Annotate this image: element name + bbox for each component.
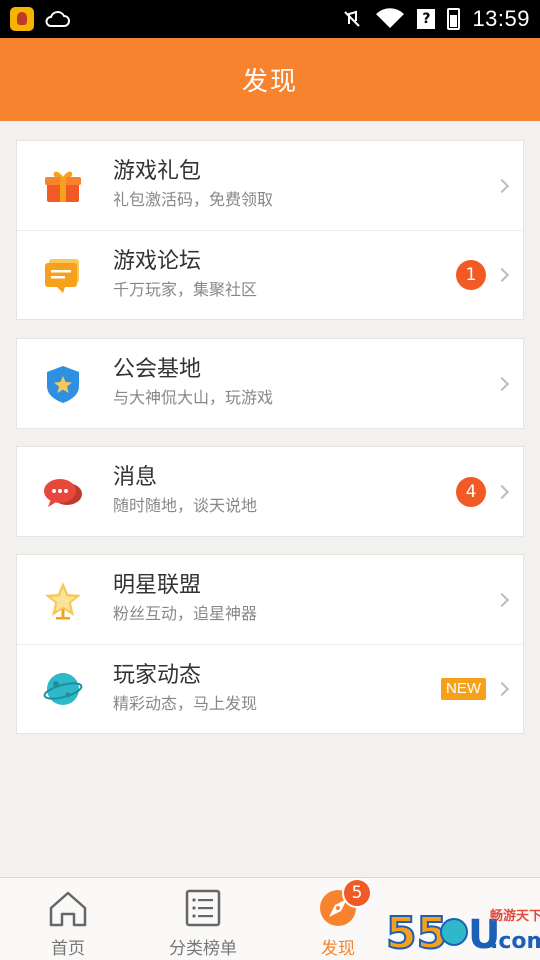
discover-group-2: 公会基地 与大神侃大山，玩游戏	[16, 338, 524, 429]
list-item-title: 消息	[113, 465, 158, 490]
chevron-right-icon	[494, 267, 510, 283]
watermark-tagline: 畅游天下	[490, 908, 540, 924]
list-item-title: 公会基地	[113, 357, 202, 382]
tab-home[interactable]: 首页	[18, 878, 118, 960]
svg-text:.com: .com	[490, 929, 540, 954]
mute-icon	[344, 10, 361, 27]
list-item-title: 游戏礼包	[113, 159, 202, 184]
new-tag: NEW	[441, 678, 486, 700]
guild-shield-icon	[47, 365, 79, 403]
status-bar: ? 13:59	[0, 0, 540, 38]
list-item-subtitle: 精彩动态，马上发现	[113, 694, 258, 713]
tab-label: 首页	[51, 939, 85, 959]
list-item-subtitle: 礼包激活码，免费领取	[113, 190, 274, 209]
list-item-game-gift[interactable]: 游戏礼包 礼包激活码，免费领取	[17, 141, 523, 230]
svg-text:55: 55	[386, 908, 447, 959]
list-item-game-forum[interactable]: 游戏论坛 千万玩家，集聚社区 1	[17, 230, 523, 319]
clock: 13:59	[472, 6, 530, 31]
list-item-title: 明星联盟	[113, 573, 202, 598]
list-icon	[185, 889, 221, 927]
cloud-icon	[45, 11, 70, 27]
list-item-subtitle: 粉丝互动，追星神器	[113, 604, 258, 623]
forum-icon	[45, 259, 79, 293]
tab-discover[interactable]: 发现 5	[288, 878, 388, 960]
chevron-right-icon	[494, 681, 510, 697]
list-item-subtitle: 与大神侃大山，玩游戏	[113, 388, 274, 407]
list-item-guild-base[interactable]: 公会基地 与大神侃大山，玩游戏	[17, 339, 523, 428]
tab-category-rankings[interactable]: 分类榜单	[153, 878, 253, 960]
wifi-icon	[376, 8, 405, 28]
chevron-right-icon	[494, 592, 510, 607]
list-item-subtitle: 千万玩家，集聚社区	[113, 280, 258, 299]
app-icon	[10, 7, 34, 31]
title-bar: 发现	[0, 38, 540, 121]
list-item-messages[interactable]: 消息 随时随地，谈天说地 4	[17, 447, 523, 536]
list-item-subtitle: 随时随地，谈天说地	[113, 496, 258, 515]
tab-label: 分类榜单	[169, 939, 237, 959]
chevron-right-icon	[494, 376, 510, 391]
discover-group-1: 游戏礼包 礼包激活码，免费领取 游戏论坛 千万玩家，集聚社区 1	[16, 140, 524, 320]
list-item-player-feed[interactable]: 玩家动态 精彩动态，马上发现 NEW	[17, 644, 523, 733]
chevron-right-icon	[494, 178, 510, 193]
list-item-title: 游戏论坛	[113, 249, 202, 274]
discover-group-3: 消息 随时随地，谈天说地 4	[16, 446, 524, 537]
chevron-right-icon	[494, 484, 510, 499]
55u-watermark-logo: 55 U 畅游天下 .com	[385, 907, 540, 960]
gift-icon	[45, 171, 81, 202]
list-item-title: 玩家动态	[113, 663, 202, 688]
battery-icon	[447, 8, 461, 30]
message-icon	[44, 478, 82, 507]
discover-group-4: 明星联盟 粉丝互动，追星神器 玩家动态 精彩动态，马上发现 NEW	[16, 554, 524, 734]
page-title: 发现	[241, 67, 298, 97]
tab-label: 发现	[321, 939, 355, 959]
unread-badge: 4	[456, 476, 486, 507]
no-sim-icon: ?	[417, 9, 436, 29]
discover-badge: 5	[342, 878, 372, 908]
unread-badge: 1	[456, 260, 486, 290]
list-item-star-league[interactable]: 明星联盟 粉丝互动，追星神器	[17, 555, 523, 644]
star-icon	[45, 581, 81, 619]
home-icon	[49, 891, 87, 927]
planet-icon	[43, 673, 83, 705]
